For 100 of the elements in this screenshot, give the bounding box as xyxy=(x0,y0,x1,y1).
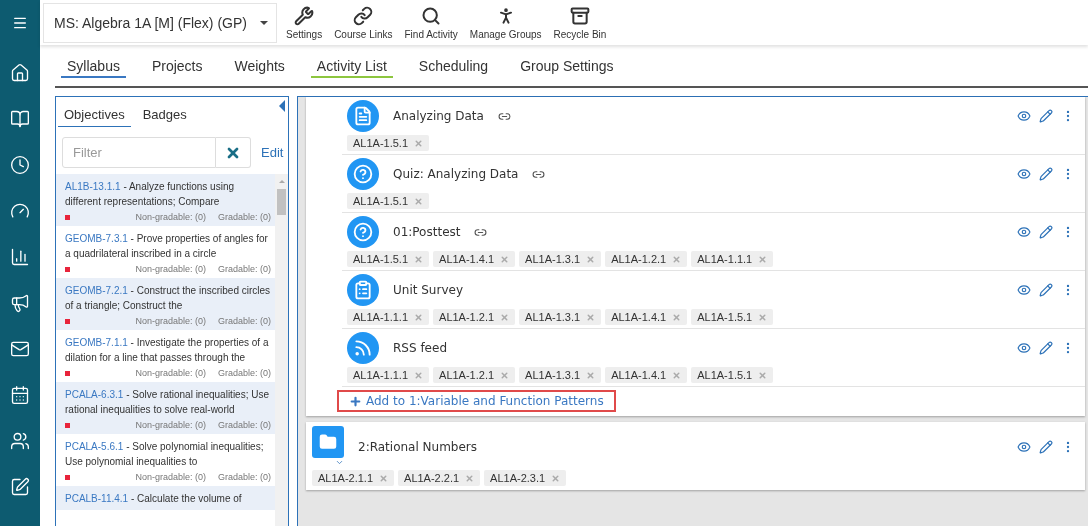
objective-text: AL1B-13.1.1 - Analyze functions using different representations; Compare xyxy=(65,180,235,209)
view-icon[interactable] xyxy=(1017,439,1031,454)
wrench-icon xyxy=(294,5,315,26)
edit-icon[interactable] xyxy=(1039,439,1053,454)
view-icon[interactable] xyxy=(1017,341,1031,355)
clipboard-icon xyxy=(347,274,379,306)
scrollbar[interactable] xyxy=(275,174,288,526)
megaphone-icon[interactable] xyxy=(10,293,30,313)
gradable-count: Gradable: (0) xyxy=(217,420,271,430)
objective-tag[interactable]: AL1A-1.2.1 xyxy=(605,251,688,267)
gradable-count: Gradable: (0) xyxy=(217,264,271,274)
chevron-down-icon[interactable] xyxy=(335,458,344,467)
status-icon xyxy=(65,370,70,376)
objective-code-link[interactable]: PCALA-6.3.1 xyxy=(65,389,124,400)
objective-item[interactable]: PCALA-6.3.1 - Solve rational inequalities; Use rational inequalities to solve real-world Non-gradable: (0) Gradable: (0) xyxy=(56,382,275,434)
activity-title[interactable]: Analyzing Data xyxy=(393,109,484,123)
toolbar-button[interactable]: Settings xyxy=(283,5,326,40)
status-icon xyxy=(65,266,70,272)
book-icon[interactable] xyxy=(10,109,30,129)
view-icon[interactable] xyxy=(1017,283,1031,297)
link-icon xyxy=(353,5,374,26)
edit-icon[interactable] xyxy=(1039,167,1053,181)
objective-tag[interactable]: AL1A-2.2.1 xyxy=(398,470,481,486)
status-icon xyxy=(65,214,70,220)
activity-title[interactable]: Unit Survey xyxy=(393,283,463,297)
objective-code-link[interactable]: GEOMB-7.2.1 xyxy=(65,285,128,296)
objective-code-link[interactable]: AL1B-13.1.1 xyxy=(65,181,121,192)
objective-tag[interactable]: AL1A-1.1.1 xyxy=(691,251,774,267)
objective-code-link[interactable]: PCALB-11.4.1 xyxy=(65,493,129,504)
course-select[interactable]: MS: Algebra 1A [M] (Flex) (GP) xyxy=(43,2,277,43)
activity-title[interactable]: RSS feed xyxy=(393,341,447,355)
clock-icon[interactable] xyxy=(10,155,30,175)
objective-tag[interactable]: AL1A-1.5.1 xyxy=(347,193,430,209)
objective-tag[interactable]: AL1A-1.3.1 xyxy=(519,309,602,325)
status-icon xyxy=(65,474,70,480)
objective-item[interactable]: PCALB-11.4.1 - Calculate the volume of xyxy=(56,486,275,510)
objective-tag[interactable]: AL1A-1.4.1 xyxy=(605,309,688,325)
tab[interactable]: Activity List xyxy=(310,53,393,78)
objective-tag[interactable]: AL1A-1.2.1 xyxy=(433,367,516,383)
non-gradable-count: Non-gradable: (0) xyxy=(135,264,206,274)
question-icon xyxy=(347,216,379,248)
search-icon xyxy=(421,5,442,26)
tab[interactable]: Scheduling xyxy=(412,53,495,78)
view-icon[interactable] xyxy=(1017,109,1031,123)
objective-tag[interactable]: AL1A-1.1.1 xyxy=(347,309,430,325)
non-gradable-count: Non-gradable: (0) xyxy=(135,316,206,326)
clear-button[interactable] xyxy=(216,137,251,168)
rss-icon xyxy=(347,332,379,364)
objective-tag[interactable]: AL1A-1.4.1 xyxy=(433,251,516,267)
tab[interactable]: Objectives xyxy=(58,104,131,127)
objective-code-link[interactable]: GEOMB-7.3.1 xyxy=(65,233,128,244)
objective-tag[interactable]: AL1A-1.4.1 xyxy=(605,367,688,383)
filter-field[interactable]: Filter xyxy=(62,137,216,168)
calendar-icon[interactable] xyxy=(10,385,30,405)
status-icon xyxy=(65,318,70,324)
toolbar-button[interactable]: Recycle Bin xyxy=(550,5,610,40)
objective-text: GEOMB-7.2.1 - Construct the inscribed circles of a triangle; Construct the xyxy=(65,284,271,313)
objective-item[interactable]: AL1B-13.1.1 - Analyze functions using different representations; Compare Non-gradable: (0) Gradable: (0) xyxy=(56,174,275,226)
toolbar-button[interactable]: Find Activity xyxy=(401,5,461,40)
add-activity-link[interactable]: Add to 1:Variable and Function Patterns xyxy=(337,390,616,412)
edit-icon[interactable] xyxy=(1039,283,1053,297)
folder-icon[interactable] xyxy=(312,426,344,458)
activity-title[interactable]: 01:Posttest xyxy=(393,225,461,239)
gradable-count: Gradable: (0) xyxy=(217,472,271,482)
objective-tag[interactable]: AL1A-1.3.1 xyxy=(519,251,602,267)
edit-link[interactable]: Edit xyxy=(261,145,284,160)
tab[interactable]: Syllabus xyxy=(61,53,126,78)
toolbar-button[interactable]: Manage Groups xyxy=(466,5,545,40)
tab[interactable]: Badges xyxy=(136,104,193,127)
status-icon xyxy=(65,422,70,428)
activity-title[interactable]: Quiz: Analyzing Data xyxy=(393,167,519,181)
users-icon[interactable] xyxy=(10,431,30,451)
objective-tag[interactable]: AL1A-1.5.1 xyxy=(347,135,430,151)
view-icon[interactable] xyxy=(1017,167,1031,181)
toolbar-button[interactable]: Course Links xyxy=(331,5,396,40)
objective-tag[interactable]: AL1A-1.5.1 xyxy=(347,251,430,267)
objective-tag[interactable]: AL1A-1.5.1 xyxy=(691,309,774,325)
objective-tag[interactable]: AL1A-2.3.1 xyxy=(484,470,567,486)
plus-icon xyxy=(349,394,362,408)
objective-tag[interactable]: AL1A-2.1.1 xyxy=(312,470,395,486)
tab[interactable]: Group Settings xyxy=(514,53,620,78)
edit-icon[interactable] xyxy=(1039,109,1053,123)
objective-item[interactable]: GEOMB-7.2.1 - Construct the inscribed circles of a triangle; Construct the Non-gradable: (0) Gradable: (0) xyxy=(56,278,275,330)
non-gradable-count: Non-gradable: (0) xyxy=(135,472,206,482)
tab[interactable]: Weights xyxy=(228,53,291,78)
objective-tag[interactable]: AL1A-1.2.1 xyxy=(433,309,516,325)
objective-tag[interactable]: AL1A-1.5.1 xyxy=(691,367,774,383)
view-icon[interactable] xyxy=(1017,225,1031,239)
objective-code-link[interactable]: GEOMB-7.1.1 xyxy=(65,337,128,348)
objective-code-link[interactable]: PCALA-5.6.1 xyxy=(65,441,124,452)
mail-icon[interactable] xyxy=(10,339,30,359)
bar-chart-icon[interactable] xyxy=(10,247,30,267)
objective-tag[interactable]: AL1A-1.3.1 xyxy=(519,367,602,383)
edit-icon[interactable] xyxy=(1039,341,1053,355)
tab[interactable]: Projects xyxy=(145,53,209,78)
edit-icon[interactable] xyxy=(1039,225,1053,239)
collapse-icon[interactable] xyxy=(279,100,285,112)
unit-title[interactable]: 2:Rational Numbers xyxy=(358,439,478,454)
home-icon[interactable] xyxy=(10,63,30,83)
objective-tag[interactable]: AL1A-1.1.1 xyxy=(347,367,430,383)
